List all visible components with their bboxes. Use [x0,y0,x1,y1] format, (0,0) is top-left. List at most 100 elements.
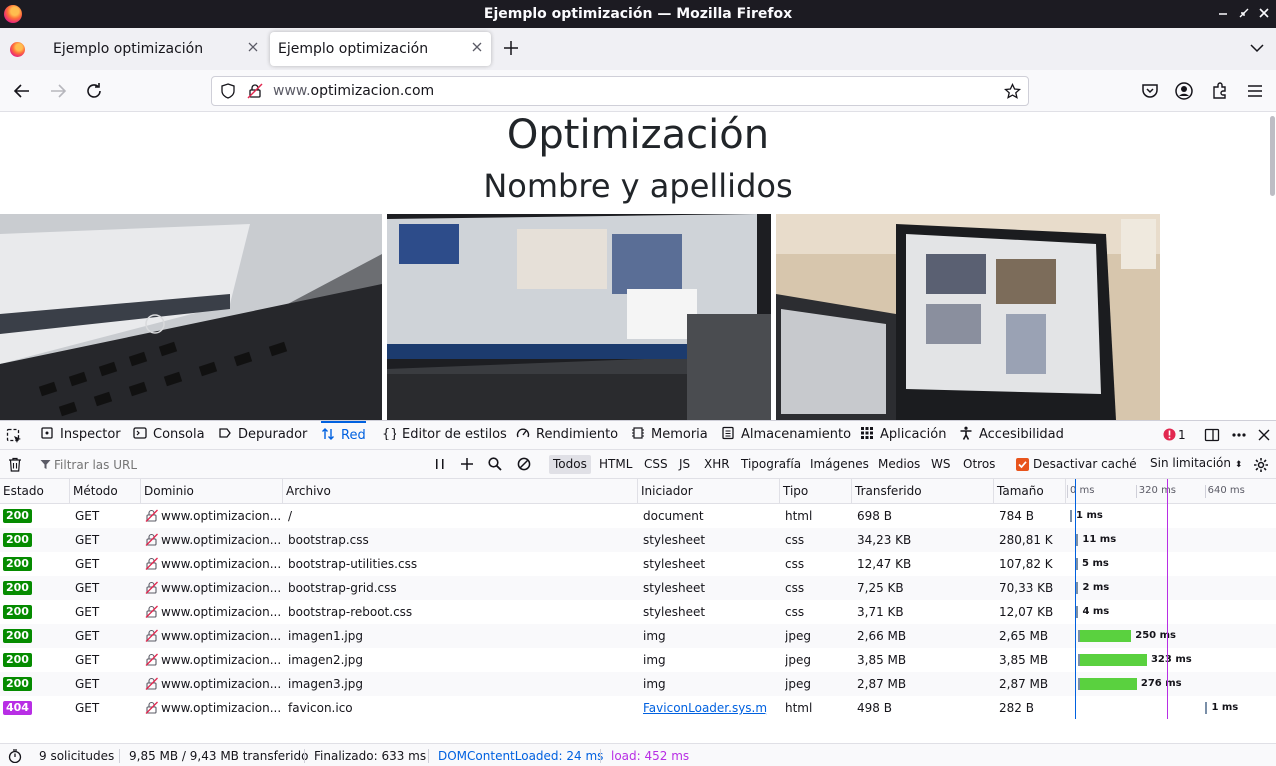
star-icon [1003,82,1022,99]
minimize-button[interactable] [1214,4,1232,22]
devtools-close-button[interactable] [1257,428,1271,445]
page-scrollbar[interactable] [1270,116,1275,196]
throttling-select[interactable]: Sin limitación ⬍ [1150,450,1242,479]
url-text[interactable]: www.optimizacion.com [273,83,434,99]
search-button[interactable] [488,457,502,474]
pocket-button[interactable] [1138,79,1162,103]
account-button[interactable] [1172,79,1196,103]
extensions-button[interactable] [1208,79,1232,103]
cell-type: jpeg [785,677,811,691]
status-badge: 200 [3,533,32,547]
cell-domain: www.optimizacion.... [161,605,281,619]
column-header[interactable]: Método [70,479,141,504]
column-header[interactable]: Dominio [141,479,283,504]
filter-urls-input[interactable] [34,454,426,475]
cell-size: 784 B [999,509,1034,523]
cell-initiator[interactable]: FaviconLoader.sys.mj... [643,696,767,720]
devtools-tab-label: Accesibilidad [979,427,1064,442]
devtools-tab-5[interactable]: Rendimiento [516,421,618,450]
status-badge: 200 [3,581,32,595]
clear-button[interactable] [8,457,22,475]
table-row[interactable]: 200 GET www.optimizacion.... bootstrap-grid… [0,576,1276,600]
bookmark-button[interactable] [1003,82,1022,103]
type-filter-button[interactable]: Otros [959,455,999,474]
column-header[interactable]: Tipo [780,479,852,504]
devtools-tab-0[interactable]: Inspector [40,421,121,450]
table-row[interactable]: 200 GET www.optimizacion.... imagen3.jpg img… [0,672,1276,696]
waterfall-tick-line [1204,485,1206,498]
devtools-tab-9[interactable]: Accesibilidad [959,421,1064,450]
tab-1[interactable]: Ejemplo optimización [41,32,267,66]
column-header[interactable]: Iniciador [638,479,780,504]
type-filter-button[interactable]: HTML [595,455,636,474]
waterfall-tick-line [1067,485,1068,498]
table-row[interactable]: 200 GET www.optimizacion.... bootstrap-util… [0,552,1276,576]
firefox-view-button[interactable] [10,42,25,57]
list-all-tabs-button[interactable] [1249,40,1265,59]
column-header[interactable]: Archivo [283,479,638,504]
table-row[interactable]: 200 GET www.optimizacion.... bootstrap-rebo… [0,600,1276,624]
table-row[interactable]: 200 GET www.optimizacion.... / document html 6… [0,504,1276,528]
column-header[interactable]: Tamaño [994,479,1066,504]
cell-file: bootstrap-reboot.css [288,605,413,619]
reload-button[interactable] [82,79,106,103]
insecure-lock-icon [145,701,158,714]
devtools-tab-4[interactable]: {} Editor de estilos [382,421,507,450]
type-filter-button[interactable]: Tipografía [737,455,805,474]
restore-button[interactable] [1235,4,1253,22]
dock-toggle-button[interactable] [1204,427,1220,446]
waterfall-time-label: 276 ms [1140,678,1182,689]
type-filter-button[interactable]: XHR [700,455,734,474]
pause-button[interactable] [434,457,446,474]
table-row[interactable]: 200 GET www.optimizacion.... bootstrap.css s… [0,528,1276,552]
disable-cache-checkbox[interactable] [1016,458,1029,471]
table-row[interactable]: 404 GET www.optimizacion.... favicon.ico Fav… [0,696,1276,720]
new-request-button[interactable] [460,457,474,474]
timer-icon [8,749,22,764]
page-heading: Optimización [506,112,770,158]
devtools-tab-6[interactable]: Memoria [631,421,708,450]
table-row[interactable]: 200 GET www.optimizacion.... imagen1.jpg img… [0,624,1276,648]
performance-analysis-button[interactable] [8,749,22,766]
table-row[interactable]: 200 GET www.optimizacion.... imagen2.jpg img… [0,648,1276,672]
new-tab-button[interactable] [503,37,519,61]
devtools-tab-2[interactable]: Depurador [218,421,307,450]
tab-close-button[interactable] [471,41,483,57]
type-filter-button[interactable]: CSS [640,455,672,474]
error-count-icon[interactable] [1163,428,1176,444]
type-filter-button[interactable]: Todos [549,455,591,474]
pick-element-button[interactable] [6,428,22,447]
block-requests-button[interactable] [517,457,531,474]
type-filter-button[interactable]: WS [927,455,954,474]
waterfall-time-label: 250 ms [1135,630,1176,641]
type-filter-button[interactable]: Imágenes [806,455,873,474]
disable-cache-label[interactable]: Desactivar caché [1033,450,1137,479]
type-filter-button[interactable]: Medios [874,455,924,474]
column-header[interactable]: Transferido [852,479,994,504]
devtools-tab-7[interactable]: Almacenamiento [721,421,851,450]
tab-close-button[interactable] [247,41,259,57]
devtools-options-button[interactable] [1231,427,1247,446]
status-badge: 404 [3,701,32,715]
waterfall-bar [1070,510,1072,522]
url-bar[interactable]: www.optimizacion.com [211,76,1029,106]
waterfall-bar [1076,582,1079,594]
tab-2-active[interactable]: Ejemplo optimización [270,32,491,66]
forward-button[interactable] [46,79,70,103]
tracking-protection-button[interactable] [220,83,236,102]
app-menu-button[interactable] [1243,79,1267,103]
site-info-button[interactable] [247,83,263,102]
devtools-tab-label: Aplicación [880,427,947,442]
network-settings-button[interactable] [1253,457,1269,476]
devtools-panel: Inspector Consola Depurador Red {} Editor de … [0,420,1276,766]
back-button[interactable] [10,79,34,103]
summary-domcontentloaded: DOMContentLoaded: 24 ms [438,749,604,763]
type-filter-button[interactable]: JS [675,455,694,474]
column-header[interactable]: Estado [0,479,70,504]
devtools-tab-3[interactable]: Red [321,421,366,450]
insecure-lock-icon [145,605,158,618]
cell-domain: www.optimizacion.... [161,653,281,667]
devtools-tab-1[interactable]: Consola [133,421,205,450]
window-close-button[interactable] [1255,4,1273,22]
devtools-tab-8[interactable]: Aplicación [860,421,946,450]
